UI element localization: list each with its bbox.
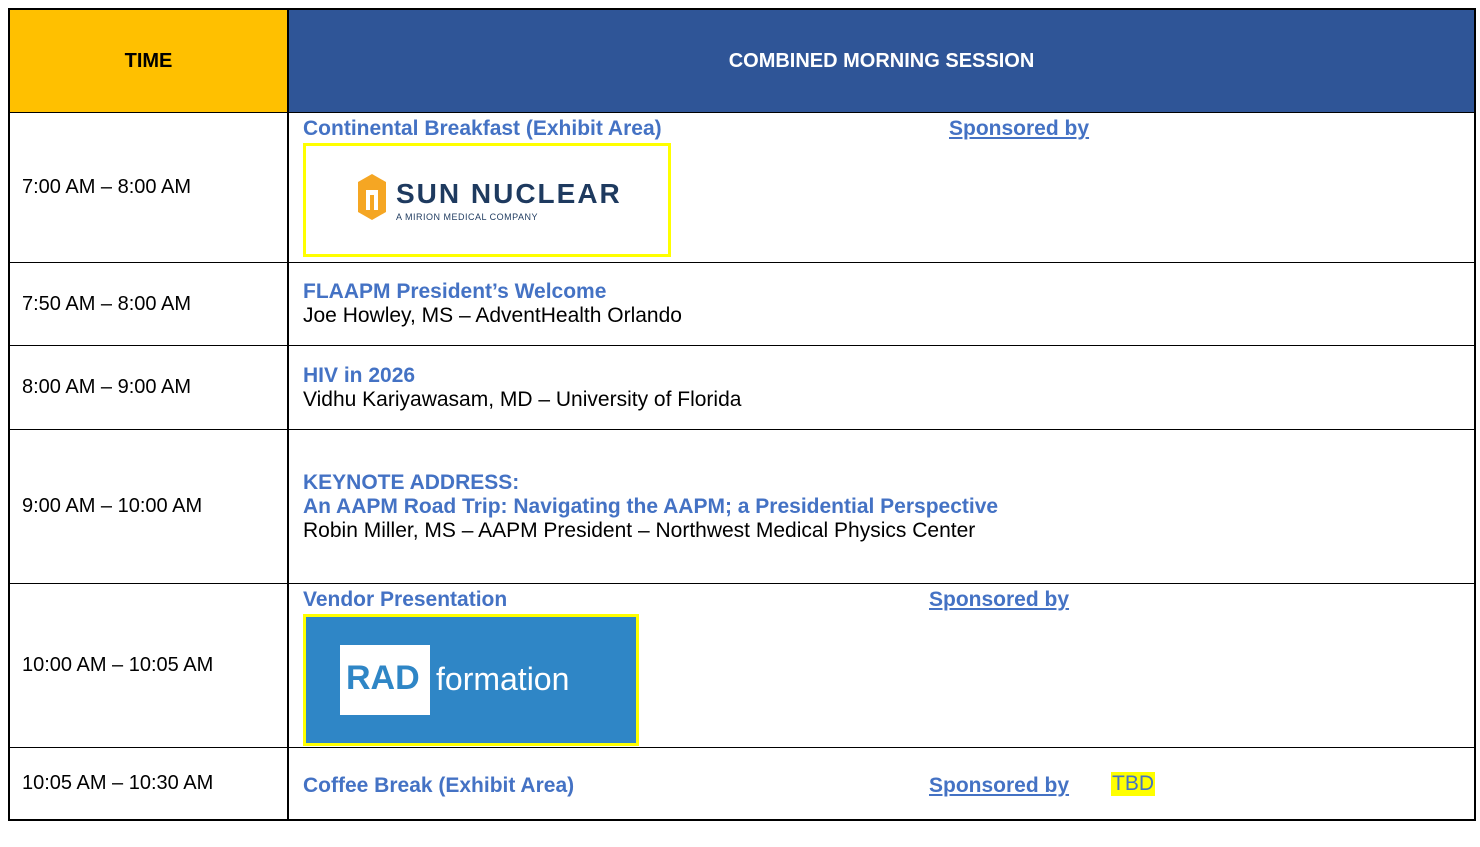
session-cell: Vendor Presentation Sponsored by RAD for…	[289, 584, 1474, 747]
keynote-label: KEYNOTE ADDRESS:	[303, 470, 520, 494]
sun-nuclear-tagline: A MIRION MEDICAL COMPANY	[396, 212, 539, 222]
session-cell: HIV in 2026 Vidhu Kariyawasam, MD – Univ…	[289, 346, 1474, 429]
sun-nuclear-wordmark: SUN NUCLEAR	[396, 178, 622, 209]
time-cell: 7:50 AM – 8:00 AM	[10, 263, 289, 345]
session-title: Continental Breakfast (Exhibit Area)	[303, 117, 662, 140]
time-cell: 8:00 AM – 9:00 AM	[10, 346, 289, 429]
session-cell: Continental Breakfast (Exhibit Area) Spo…	[289, 113, 1474, 262]
session-title: Vendor Presentation	[303, 588, 508, 611]
sun-nuclear-logo: SUN NUCLEAR A MIRION MEDICAL COMPANY	[303, 143, 671, 257]
time-cell: 9:00 AM – 10:00 AM	[10, 430, 289, 583]
table-row: 7:00 AM – 8:00 AM Continental Breakfast …	[10, 112, 1474, 262]
sponsored-by-link[interactable]: Sponsored by	[929, 588, 1069, 612]
time-cell: 10:00 AM – 10:05 AM	[10, 584, 289, 747]
radformation-logo: RAD formation	[303, 614, 639, 746]
schedule-table: TIME COMBINED MORNING SESSION 7:00 AM – …	[8, 8, 1476, 821]
session-title: FLAAPM President’s Welcome	[303, 280, 607, 303]
session-title: Coffee Break (Exhibit Area)	[303, 774, 575, 797]
time-header: TIME	[10, 10, 289, 112]
speaker: Robin Miller, MS – AAPM President – Nort…	[303, 518, 976, 542]
table-row: 10:00 AM – 10:05 AM Vendor Presentation …	[10, 583, 1474, 747]
table-row: 10:05 AM – 10:30 AM Coffee Break (Exhibi…	[10, 747, 1474, 819]
session-cell: FLAAPM President’s Welcome Joe Howley, M…	[289, 263, 1474, 345]
sponsored-by-link[interactable]: Sponsored by	[949, 117, 1089, 141]
session-header: COMBINED MORNING SESSION	[289, 10, 1474, 112]
time-cell: 7:00 AM – 8:00 AM	[10, 113, 289, 262]
session-cell: Coffee Break (Exhibit Area) Sponsored by…	[289, 748, 1474, 819]
session-title: An AAPM Road Trip: Navigating the AAPM; …	[303, 494, 999, 518]
rad-text: RAD	[346, 659, 420, 697]
time-cell: 10:05 AM – 10:30 AM	[10, 748, 289, 819]
header-row: TIME COMBINED MORNING SESSION	[10, 10, 1474, 112]
table-row: 8:00 AM – 9:00 AM HIV in 2026 Vidhu Kari…	[10, 345, 1474, 429]
session-cell: KEYNOTE ADDRESS: An AAPM Road Trip: Navi…	[289, 430, 1474, 583]
sponsored-by-link[interactable]: Sponsored by	[929, 774, 1069, 798]
table-row: 9:00 AM – 10:00 AM KEYNOTE ADDRESS: An A…	[10, 429, 1474, 583]
table-row: 7:50 AM – 8:00 AM FLAAPM President’s Wel…	[10, 262, 1474, 345]
sponsor-tbd: TBD	[1111, 772, 1155, 796]
formation-text: formation	[436, 661, 570, 697]
speaker: Vidhu Kariyawasam, MD – University of Fl…	[303, 387, 742, 411]
session-title: HIV in 2026	[303, 363, 416, 387]
speaker: Joe Howley, MS – AdventHealth Orlando	[303, 304, 682, 327]
